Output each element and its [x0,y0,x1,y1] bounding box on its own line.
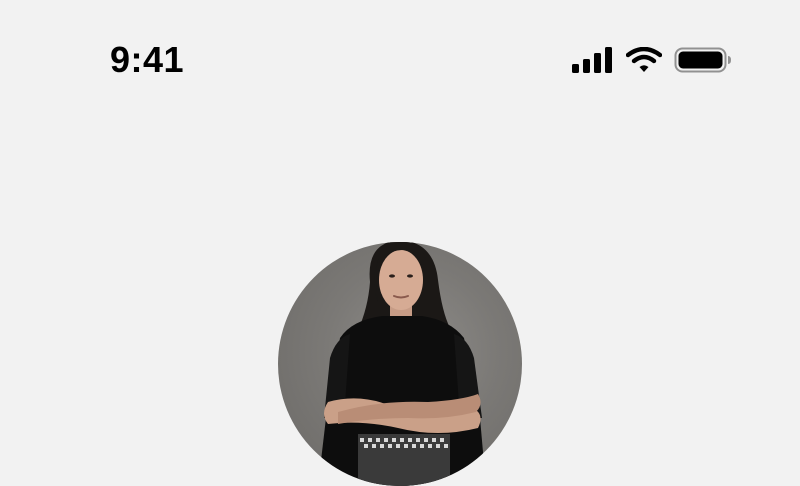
status-bar: 9:41 [0,0,800,120]
wifi-icon [626,47,662,72]
profile-photo [318,242,486,486]
profile-avatar[interactable] [278,242,522,486]
status-time: 9:41 [110,39,185,80]
battery-icon [674,47,731,73]
cellular-signal-icon [572,47,612,73]
status-icons [572,44,732,76]
